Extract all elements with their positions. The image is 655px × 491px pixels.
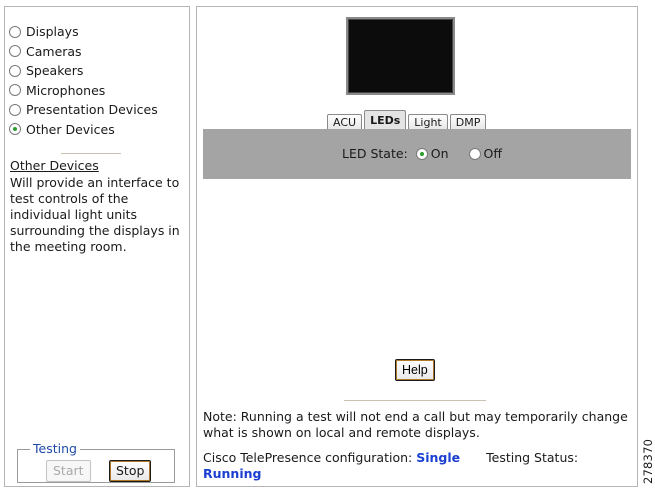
radio-label: Speakers — [26, 63, 84, 79]
radio-button[interactable] — [9, 84, 21, 97]
description-title: Other Devices — [10, 158, 99, 173]
tab-bar: ACU LEDs Light DMP — [327, 110, 488, 130]
radio-button[interactable] — [9, 64, 21, 77]
description-body: Will provide an interface to test contro… — [10, 175, 180, 254]
led-off-radio[interactable] — [468, 147, 481, 160]
radio-cameras[interactable]: Cameras — [9, 42, 189, 62]
config-label: Cisco TelePresence configuration: — [203, 450, 413, 465]
radio-microphones[interactable]: Microphones — [9, 81, 189, 101]
testing-status-label: Testing Status: — [486, 450, 579, 465]
radio-button[interactable] — [9, 25, 21, 38]
tab-acu[interactable]: ACU — [327, 114, 363, 130]
device-radio-list: Displays Cameras Speakers Microphones Pr… — [9, 22, 189, 139]
display-screen-image — [346, 17, 455, 95]
radio-button[interactable] — [9, 103, 21, 116]
testing-status-value: Running — [203, 466, 262, 481]
note-text: Note: Running a test will not end a call… — [203, 409, 628, 440]
stop-button[interactable]: Stop — [109, 460, 152, 482]
divider — [61, 153, 121, 154]
status-line: Cisco TelePresence configuration: Single… — [203, 450, 635, 482]
radio-presentation-devices[interactable]: Presentation Devices — [9, 100, 189, 120]
testing-group: Testing Start Stop — [17, 441, 175, 483]
led-on-label: On — [430, 146, 449, 161]
figure-id: 278370 — [641, 438, 655, 484]
led-state-label: LED State: — [342, 146, 408, 161]
radio-label: Microphones — [26, 82, 106, 98]
led-control-panel: LED State: On Off — [203, 129, 631, 179]
tab-dmp[interactable]: DMP — [449, 114, 487, 130]
led-off-label: Off — [483, 146, 502, 161]
radio-button[interactable] — [9, 45, 21, 58]
radio-label: Other Devices — [26, 121, 115, 137]
radio-other-devices[interactable]: Other Devices — [9, 120, 189, 140]
tab-light[interactable]: Light — [408, 114, 448, 130]
radio-label: Cameras — [26, 43, 82, 59]
device-selection-panel: Displays Cameras Speakers Microphones Pr… — [4, 6, 190, 487]
tab-leds[interactable]: LEDs — [364, 110, 407, 130]
device-test-panel: ACU LEDs Light DMP LED State: On Off Hel… — [196, 6, 638, 487]
radio-label: Displays — [26, 24, 79, 40]
radio-displays[interactable]: Displays — [9, 22, 189, 42]
divider — [344, 400, 486, 401]
radio-speakers[interactable]: Speakers — [9, 61, 189, 81]
radio-label: Presentation Devices — [26, 102, 158, 118]
config-value: Single — [416, 450, 461, 465]
start-button[interactable]: Start — [46, 460, 91, 482]
led-on-radio[interactable] — [415, 147, 428, 160]
radio-button-selected[interactable] — [9, 123, 21, 136]
help-button[interactable]: Help — [395, 359, 435, 381]
testing-legend: Testing — [30, 441, 80, 456]
led-state-row: LED State: On Off — [342, 146, 502, 161]
